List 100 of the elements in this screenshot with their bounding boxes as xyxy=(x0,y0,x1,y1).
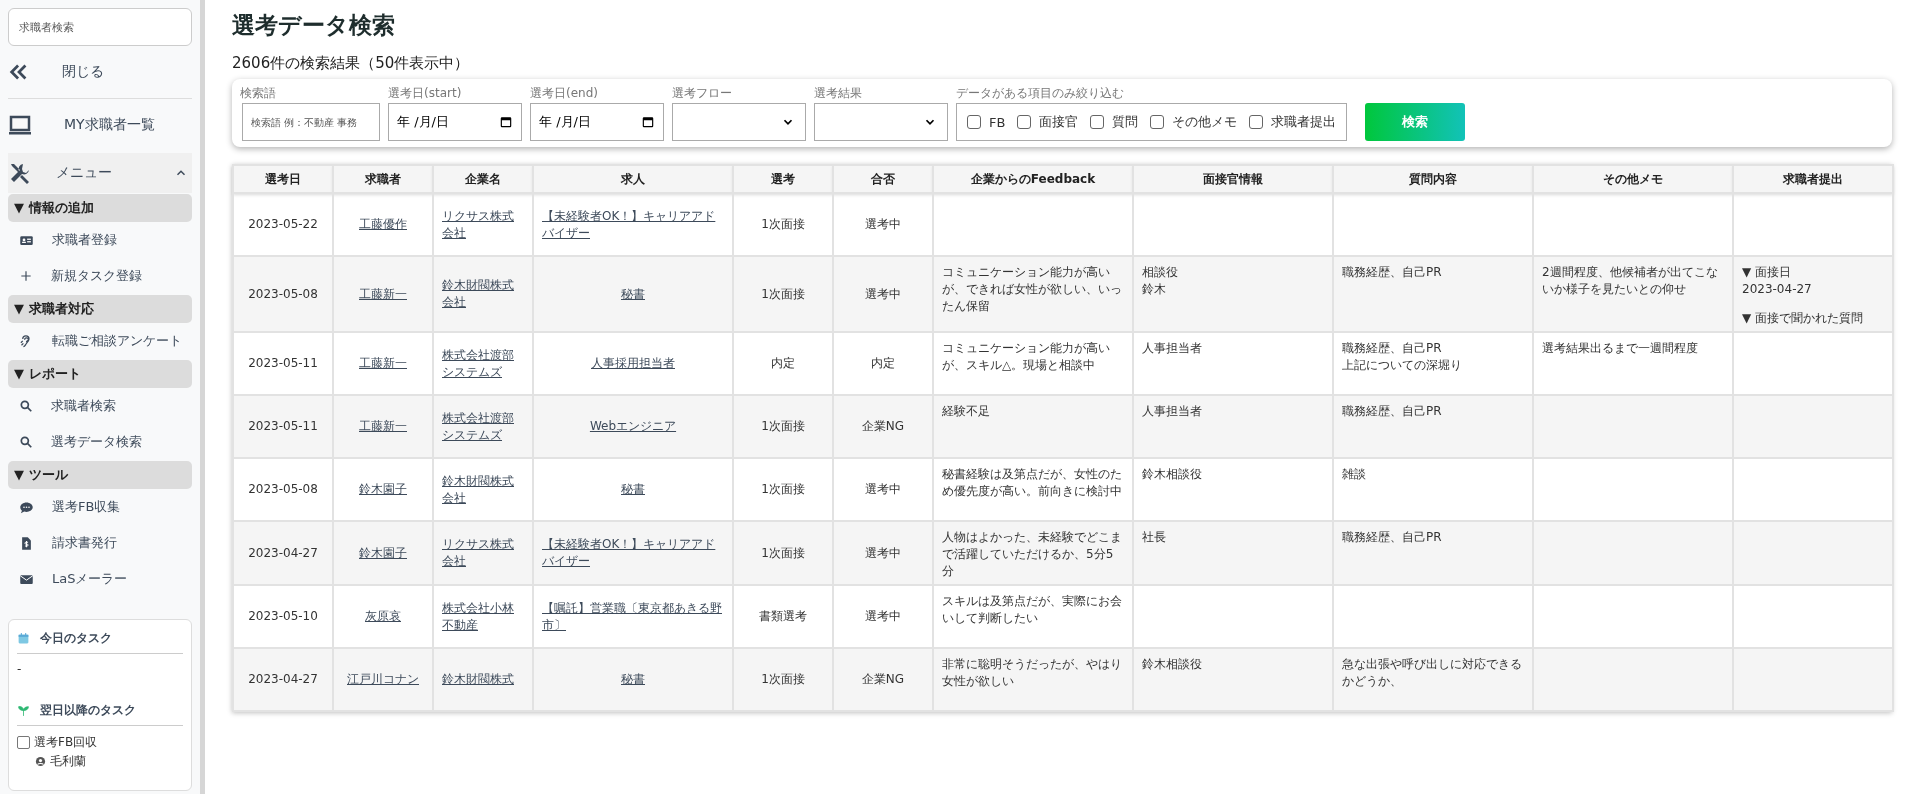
submission-text: ▼ 面接日 xyxy=(1742,264,1793,281)
stage-cell: 1次面接 xyxy=(733,395,833,458)
sidebar-item[interactable]: 閉じる xyxy=(8,46,192,98)
calendar-icon xyxy=(17,632,30,645)
sidebar-item[interactable]: MY求職者一覧 xyxy=(8,99,192,151)
date-cell: 2023-04-27 xyxy=(233,648,333,711)
memo-text: 2週間程度、他候補者が出てこないか様子を見たいとの仰せ xyxy=(1542,264,1719,298)
company-link[interactable]: 鈴木財閥株式 xyxy=(442,671,514,688)
checkbox[interactable] xyxy=(1090,115,1105,129)
column-header: 選考日 xyxy=(233,165,333,193)
search-icon xyxy=(19,435,33,449)
question-text: 職務経歴、自己PR xyxy=(1342,529,1443,546)
calendar-icon xyxy=(499,115,513,129)
result-cell: 選考中 xyxy=(833,521,933,585)
column-header: 質問内容 xyxy=(1333,165,1533,193)
question-text: 雑談 xyxy=(1342,466,1367,483)
candidate-link[interactable]: 工藤新一 xyxy=(359,418,407,435)
stage-cell: 1次面接 xyxy=(733,256,833,332)
checkbox[interactable] xyxy=(1150,115,1165,129)
checkbox[interactable] xyxy=(1249,115,1264,129)
job-link[interactable]: 秘書 xyxy=(621,285,645,303)
question-text: 急な出張や呼び出しに対応できるかどうか、 xyxy=(1342,656,1523,690)
checkbox[interactable] xyxy=(17,736,30,749)
feedback-text: 秘書経験は及第点だが、女性のため優先度が高い。前向きに検討中 xyxy=(942,466,1123,500)
sidebar-item[interactable]: 新規タスク登録 xyxy=(8,258,192,294)
result-cell: 選考中 xyxy=(833,256,933,332)
candidate-link[interactable]: 工藤新一 xyxy=(359,285,407,303)
feedback-text: 経験不足 xyxy=(942,403,991,420)
field-label: 選考日(end) xyxy=(530,85,599,101)
filter-checkbox[interactable]: 質問 xyxy=(1090,113,1139,131)
feedback-text: 人物はよかった、未経験でどこまで活躍していただけるか、5分5分 xyxy=(942,529,1123,580)
date-cell: 2023-05-11 xyxy=(233,395,333,458)
assignee-name: 毛利蘭 xyxy=(50,753,86,770)
plus-icon xyxy=(19,269,33,283)
select-field[interactable] xyxy=(814,103,948,141)
candidate-link[interactable]: 工藤新一 xyxy=(359,355,407,372)
interviewer-text: 社長 xyxy=(1142,529,1167,546)
select-field[interactable] xyxy=(672,103,806,141)
sprout-icon xyxy=(17,704,30,717)
filter-checkbox[interactable]: FB xyxy=(967,114,1006,130)
column-header: 企業名 xyxy=(433,165,533,193)
candidate-link[interactable]: 江戸川コナン xyxy=(347,671,419,688)
result-cell: 企業NG xyxy=(833,395,933,458)
feedback-text: 非常に聡明そうだったが、やはり女性が欲しい xyxy=(942,656,1123,690)
stage-cell: 1次面接 xyxy=(733,648,833,711)
column-header: 求人 xyxy=(533,165,733,193)
filter-checkbox[interactable]: 面接官 xyxy=(1017,113,1079,131)
feedback-text: コミュニケーション能力が高いが、できれば女性が欲しい、いったん保留 xyxy=(942,264,1123,315)
keyword-field[interactable]: 検索語 例：不動産 事務 xyxy=(242,103,380,141)
result-cell: 企業NG xyxy=(833,648,933,711)
job-link[interactable]: 人事採用担当者 xyxy=(591,355,675,372)
sidebar-item[interactable]: 求職者登録 xyxy=(8,222,192,258)
field-label: 選考フロー xyxy=(672,85,733,101)
sidebar-item[interactable]: 求職者検索 xyxy=(8,388,192,424)
date-field[interactable]: 年 /月/日 xyxy=(530,103,664,141)
candidate-link[interactable]: 鈴木園子 xyxy=(359,481,407,498)
candidate-link[interactable]: 工藤優作 xyxy=(359,216,407,233)
sidebar-item[interactable]: 請求書発行 xyxy=(8,525,192,561)
interviewer-text: 相談役 xyxy=(1142,264,1179,281)
sidebar-item[interactable]: 選考FB収集 xyxy=(8,489,192,525)
job-link[interactable]: Webエンジニア xyxy=(589,418,677,435)
sidebar-item[interactable]: LaSメーラー xyxy=(8,561,192,597)
column-header: 面接官情報 xyxy=(1133,165,1333,193)
candidate-link[interactable]: 灰原哀 xyxy=(365,608,401,625)
calendar-icon xyxy=(641,115,655,129)
sidebar-item[interactable]: 選考データ検索 xyxy=(8,424,192,460)
search-field[interactable]: 求職者検索 xyxy=(8,8,192,46)
column-header: 合否 xyxy=(833,165,933,193)
filter-checkbox[interactable]: その他メモ xyxy=(1150,113,1238,131)
date-cell: 2023-05-08 xyxy=(233,256,333,332)
page-title: 選考データ検索 xyxy=(232,11,396,40)
interviewer-text: 鈴木 xyxy=(1142,281,1167,298)
column-header: 選考 xyxy=(733,165,833,193)
question-text: 職務経歴、自己PR xyxy=(1342,403,1443,420)
candidate-link[interactable]: 鈴木園子 xyxy=(359,544,407,562)
column-header: その他メモ xyxy=(1533,165,1733,193)
field-label: 検索語 xyxy=(240,85,277,101)
interviewer-text: 人事担当者 xyxy=(1142,340,1203,357)
checkbox[interactable] xyxy=(1017,115,1032,129)
section-heading: ▼ 求職者対応 xyxy=(8,295,192,323)
column-header: 求職者提出 xyxy=(1733,165,1893,193)
field-label: データがある項目のみ絞り込む xyxy=(956,85,1125,101)
job-link[interactable]: 秘書 xyxy=(621,481,645,498)
checkbox[interactable] xyxy=(967,115,981,129)
question-text: 職務経歴、自己PR xyxy=(1342,264,1443,281)
task-heading: 翌日以降のタスク xyxy=(40,702,136,719)
search-icon xyxy=(19,399,33,413)
field-label: 選考日(start) xyxy=(388,85,463,101)
column-header: 求職者 xyxy=(333,165,433,193)
sidebar-item[interactable]: 転職ご相談アンケート xyxy=(8,323,192,359)
field-label: 選考結果 xyxy=(814,85,863,101)
filter-checkbox[interactable]: 求職者提出 xyxy=(1249,113,1337,131)
result-count: 2606件の検索結果（50件表示中） xyxy=(232,54,471,73)
submission-text: ▼ 面接で聞かれた質問 xyxy=(1742,310,1865,327)
date-cell: 2023-04-27 xyxy=(233,521,333,585)
date-field[interactable]: 年 /月/日 xyxy=(388,103,522,141)
section-heading: ▼ ツール xyxy=(8,461,192,489)
menu-toggle[interactable]: メニュー xyxy=(8,153,192,193)
invoice-icon xyxy=(19,535,34,551)
job-link[interactable]: 秘書 xyxy=(621,671,645,688)
